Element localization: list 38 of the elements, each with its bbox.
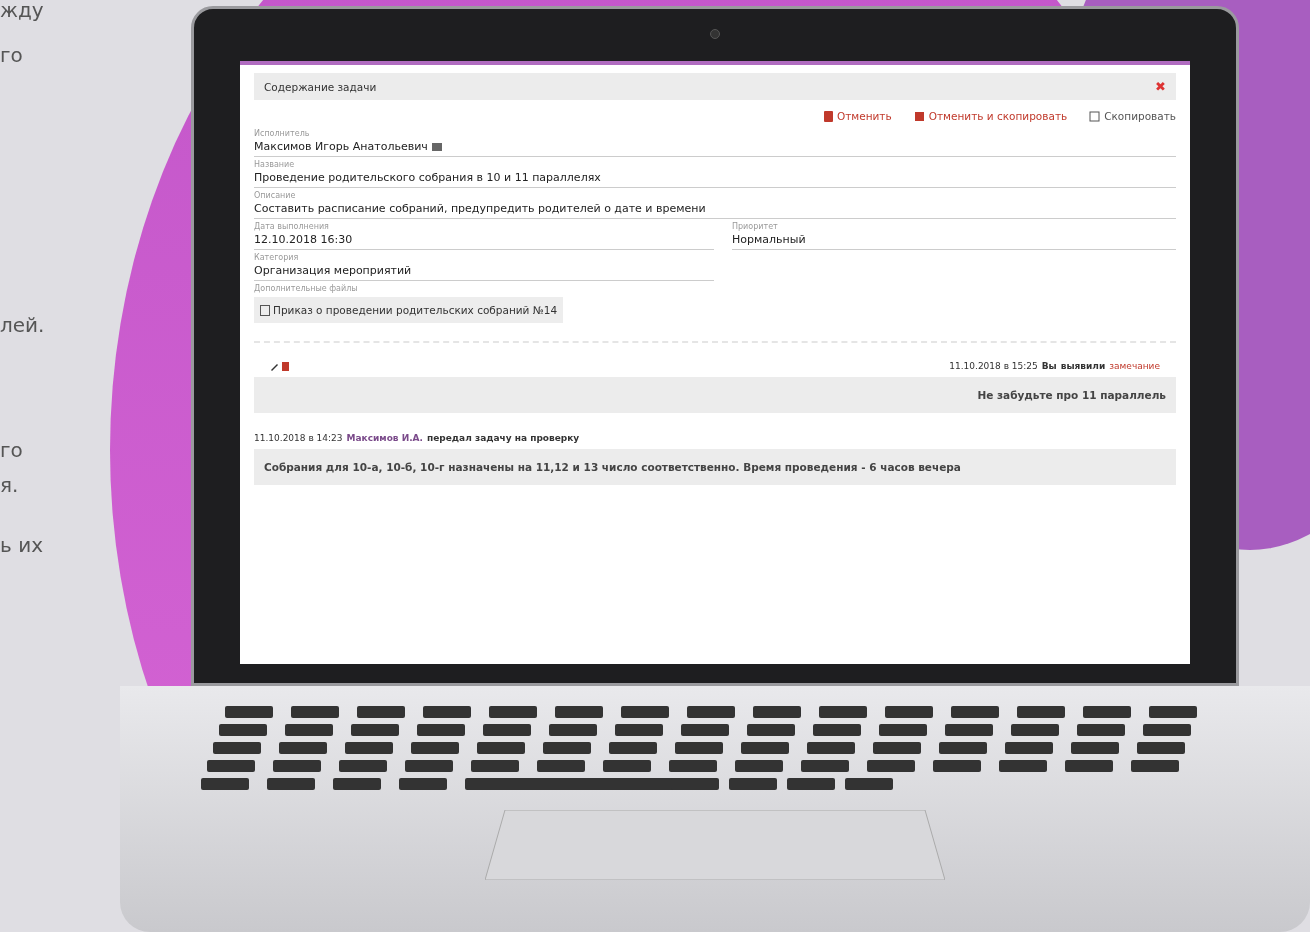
field-value: Составить расписание собраний, предупредить родителей о дате и времени bbox=[254, 200, 1176, 219]
file-icon bbox=[260, 304, 270, 316]
history-time: 11.10.2018 в 14:23 bbox=[254, 433, 343, 443]
dialog-title: Содержание задачи bbox=[264, 80, 377, 93]
body-text: жду bbox=[0, 0, 44, 20]
field-label: Название bbox=[254, 160, 296, 169]
field-value: Проведение родительского собрания в 10 и 11 параллелях bbox=[254, 169, 1176, 188]
history-time: 11.10.2018 в 15:25 bbox=[949, 361, 1038, 371]
field-value: Максимов Игорь Анатольевич bbox=[254, 138, 1176, 157]
body-text: я. bbox=[0, 475, 19, 495]
body-text: го bbox=[0, 440, 23, 460]
close-button[interactable]: ✖ bbox=[1155, 79, 1166, 94]
field-label: Дополнительные файлы bbox=[254, 284, 359, 293]
body-text: лей. bbox=[0, 315, 45, 335]
camera-icon bbox=[710, 29, 720, 39]
history-action: передал задачу на проверку bbox=[427, 433, 580, 443]
action-link[interactable]: Отменить и скопировать bbox=[913, 110, 1068, 122]
field-label: Приоритет bbox=[732, 222, 779, 231]
field-label: Описание bbox=[254, 191, 297, 200]
field-value: 12.10.2018 16:30 bbox=[254, 231, 714, 250]
remark-link[interactable]: замечание bbox=[1109, 361, 1160, 371]
copy-icon bbox=[1089, 110, 1101, 122]
field-label: Дата выполнения bbox=[254, 222, 330, 231]
action-link[interactable]: Скопировать bbox=[1089, 110, 1176, 122]
history-author: Вы bbox=[1041, 361, 1057, 371]
field-value: Нормальный bbox=[732, 231, 1176, 250]
body-text: го bbox=[0, 45, 23, 65]
history-action: выявили bbox=[1060, 361, 1106, 371]
body-text: ь их bbox=[0, 535, 43, 555]
author-link[interactable]: Максимов И.А. bbox=[346, 433, 423, 443]
comment-text: Собрания для 10-а, 10-б, 10-г назначены на 11,12 и 13 число соответственно. Время проведения - 6 часов вечера bbox=[254, 449, 1176, 485]
file-attachment[interactable]: Приказ о проведении родительских собраний №14 bbox=[254, 297, 564, 323]
pencil-and-trash-icon[interactable] bbox=[270, 361, 290, 371]
action-link[interactable]: Отменить bbox=[823, 110, 892, 122]
field-label: Категория bbox=[254, 253, 300, 262]
comment-text: Не забудьте про 11 параллель bbox=[254, 377, 1176, 413]
field-value: Организация мероприятий bbox=[254, 262, 714, 281]
field-label: Исполнитель bbox=[254, 129, 311, 138]
